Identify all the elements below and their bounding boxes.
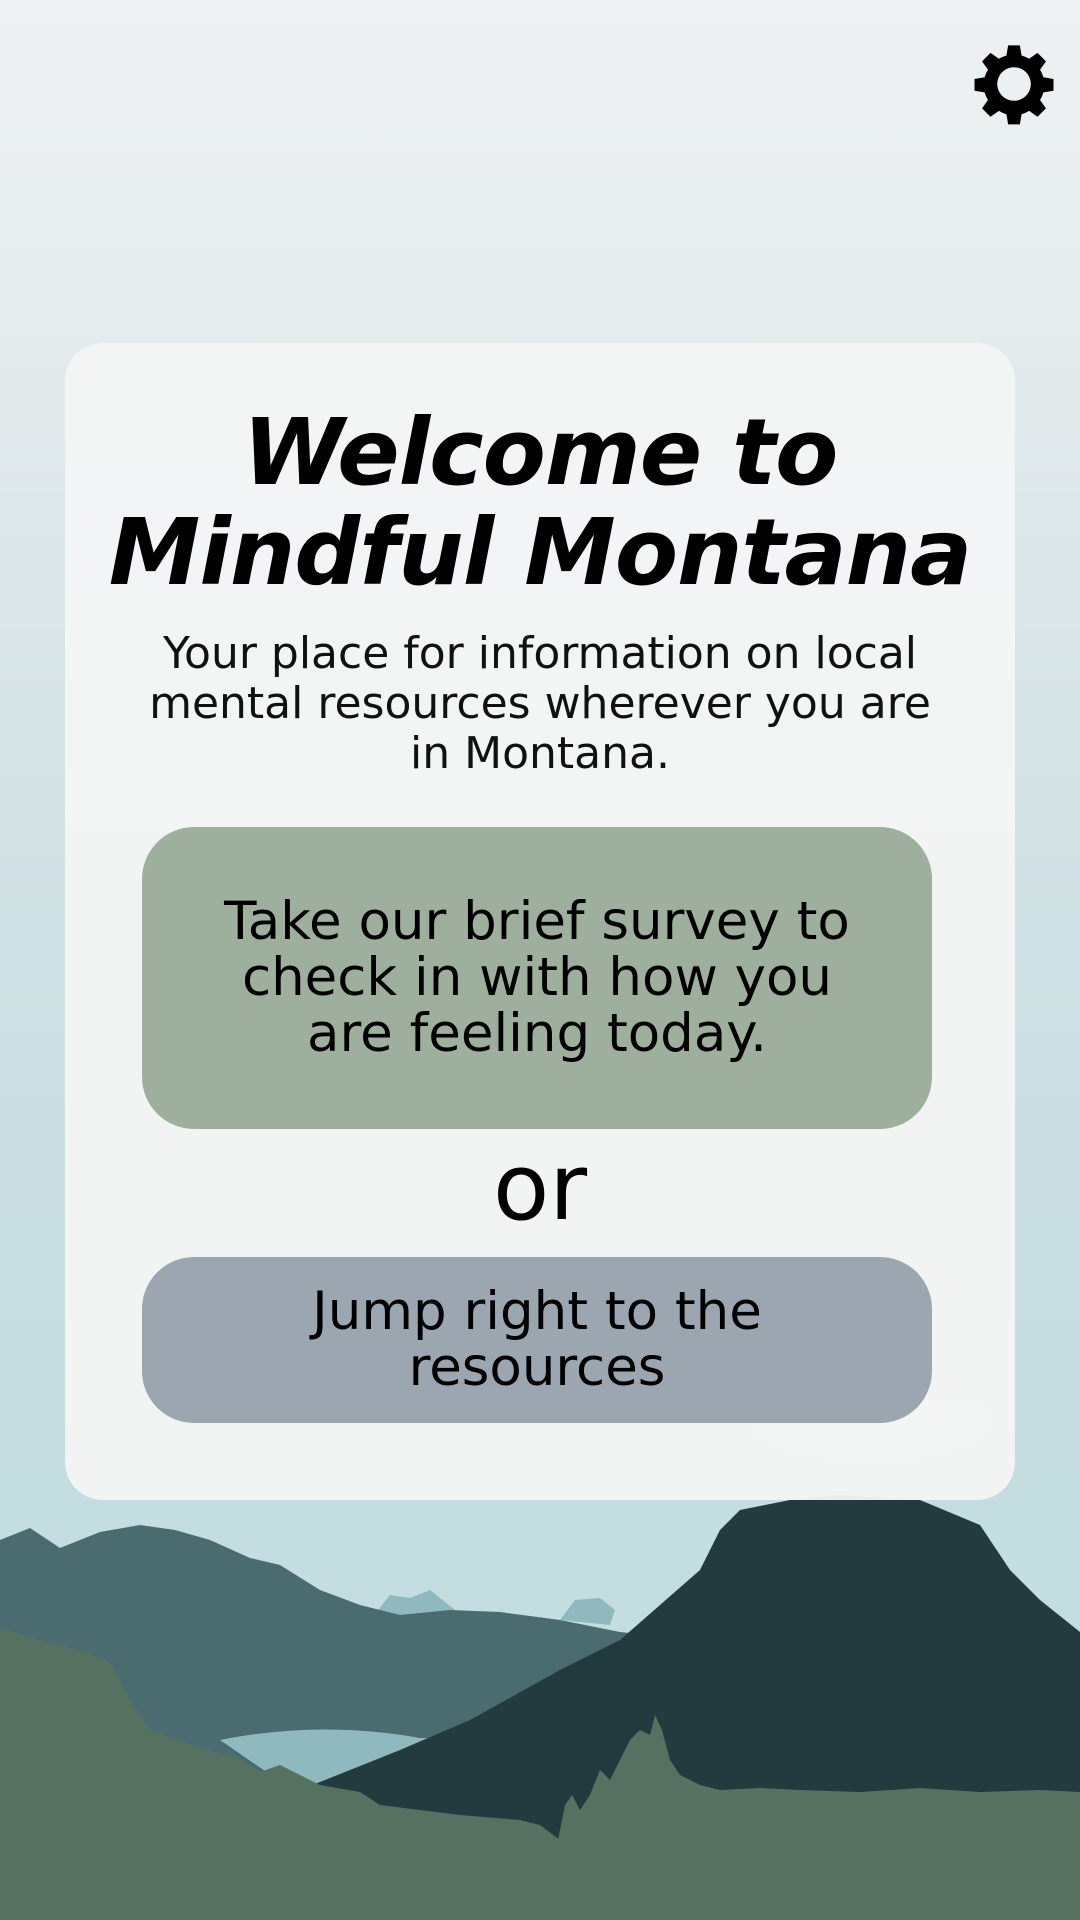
page-title: Welcome to Mindful Montana: [108, 399, 972, 606]
welcome-subtitle: Your place for information on local ment…: [149, 628, 931, 779]
gear-icon: [974, 45, 1054, 125]
take-survey-button[interactable]: Take our brief survey to check in with h…: [142, 827, 932, 1129]
settings-button[interactable]: [972, 42, 1056, 126]
jump-to-resources-button[interactable]: Jump right to the resources: [142, 1257, 932, 1423]
or-separator: or: [492, 1134, 588, 1241]
welcome-card: Welcome to Mindful Montana Your place fo…: [65, 343, 1015, 1500]
